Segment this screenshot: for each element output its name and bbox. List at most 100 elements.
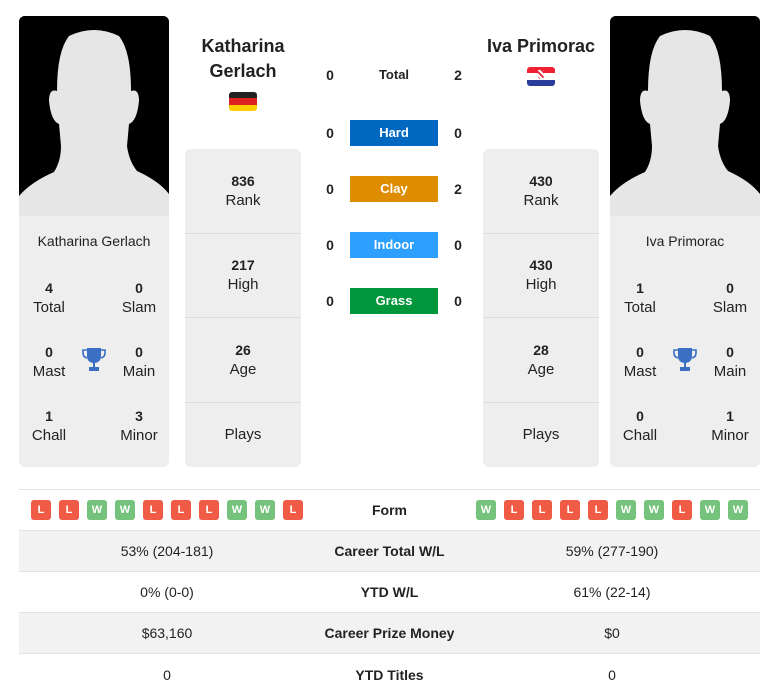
stat-label: High xyxy=(525,276,557,294)
player-name-left-line2: Gerlach xyxy=(209,61,277,81)
row-label: Form xyxy=(372,502,407,518)
title-value: 0 xyxy=(135,280,143,296)
form-badge-loss[interactable]: L xyxy=(143,500,163,520)
title-label: Chall xyxy=(31,427,67,444)
stat-value: 217 xyxy=(231,257,255,274)
h2h-right-count: 0 xyxy=(454,237,462,253)
row-label: Career Prize Money xyxy=(324,625,455,641)
title-label: Minor xyxy=(711,427,749,444)
row-career-prize-money: $63,160 Career Prize Money $0 xyxy=(19,613,760,654)
player-name-right[interactable]: Iva Primorac xyxy=(468,34,614,59)
form-badge-win[interactable]: W xyxy=(115,500,135,520)
form-badge-win[interactable]: W xyxy=(255,500,275,520)
form-badge-win[interactable]: W xyxy=(644,500,664,520)
surface-badge-indoor[interactable]: Indoor xyxy=(350,232,438,258)
title-value: 3 xyxy=(135,408,143,424)
h2h-left-count: 0 xyxy=(326,237,334,253)
stat-label: Rank xyxy=(523,191,559,209)
form-badge-win[interactable]: W xyxy=(616,500,636,520)
stat-rank: 836 Rank xyxy=(185,149,301,234)
form-badge-loss[interactable]: L xyxy=(171,500,191,520)
form-badge-loss[interactable]: L xyxy=(532,500,552,520)
h2h-right-count: 2 xyxy=(454,67,462,83)
stat-value: 26 xyxy=(235,341,251,358)
form-badge-loss[interactable]: L xyxy=(199,500,219,520)
title-value: 0 xyxy=(636,408,644,424)
title-value: 4 xyxy=(45,280,53,296)
h2h-right-count: 0 xyxy=(454,293,462,309)
form-badge-loss[interactable]: L xyxy=(59,500,79,520)
row-form: LLWWLLLWWL Form WLLLLWWLWW xyxy=(19,490,760,531)
titles-mast: 0 Mast xyxy=(610,342,670,382)
title-value: 0 xyxy=(135,344,143,360)
form-badge-win[interactable]: W xyxy=(700,500,720,520)
title-label: Mast xyxy=(623,363,657,380)
h2h-left-count: 0 xyxy=(326,293,334,309)
right-value: $0 xyxy=(604,625,620,641)
stat-plays: Plays xyxy=(185,403,301,467)
silhouette-icon xyxy=(19,16,169,216)
row-label: YTD Titles xyxy=(355,666,424,683)
stat-label: Age xyxy=(229,360,257,378)
stat-label: High xyxy=(227,276,259,294)
title-label: Main xyxy=(713,363,747,380)
form-badge-loss[interactable]: L xyxy=(672,500,692,520)
form-badge-win[interactable]: W xyxy=(728,500,748,520)
row-ytd-titles: 0 YTD Titles 0 xyxy=(19,654,760,695)
title-value: 0 xyxy=(45,344,53,360)
comparison-table: LLWWLLLWWL Form WLLLLWWLWW 53% (204-181)… xyxy=(19,489,760,695)
surface-badge-grass[interactable]: Grass xyxy=(350,288,438,314)
h2h-right-count: 2 xyxy=(454,181,462,197)
titles-minor: 1 Minor xyxy=(700,406,760,446)
titles-mast: 0 Mast xyxy=(19,342,79,382)
form-badge-win[interactable]: W xyxy=(227,500,247,520)
surface-badge-clay[interactable]: Clay xyxy=(350,176,438,202)
stat-high: 217 High xyxy=(185,234,301,318)
titles-card-right: Iva Primorac 1 Total 0 Slam 0 Mast 0 Mai… xyxy=(610,216,760,467)
title-value: 0 xyxy=(636,344,644,360)
player-fullname: Iva Primorac xyxy=(645,233,725,249)
titles-card-left: Katharina Gerlach 4 Total 0 Slam 0 Mast … xyxy=(19,216,169,467)
stat-value: 430 xyxy=(529,257,553,274)
form-badge-loss[interactable]: L xyxy=(283,500,303,520)
stat-label: Plays xyxy=(522,425,560,443)
form-badge-loss[interactable]: L xyxy=(31,500,51,520)
title-label: Chall xyxy=(622,427,658,444)
title-label: Total xyxy=(33,299,65,316)
h2h-clay[interactable]: 0 Clay 2 xyxy=(320,176,470,202)
h2h-grass[interactable]: 0 Grass 0 xyxy=(320,288,470,314)
stat-rank: 430 Rank xyxy=(483,149,599,234)
stat-value: 28 xyxy=(533,341,549,358)
h2h-total: 0 Total 2 xyxy=(320,62,470,88)
right-value: 0 xyxy=(608,666,616,683)
row-career-total-wl: 53% (204-181) Career Total W/L 59% (277-… xyxy=(19,531,760,572)
trophy-icon xyxy=(82,348,106,371)
titles-main: 0 Main xyxy=(700,342,760,382)
surface-badge-hard[interactable]: Hard xyxy=(350,120,438,146)
row-label: YTD W/L xyxy=(360,584,419,600)
row-label: Career Total W/L xyxy=(334,543,445,559)
form-badge-loss[interactable]: L xyxy=(588,500,608,520)
stat-label: Age xyxy=(527,360,555,378)
h2h-hard[interactable]: 0 Hard 0 xyxy=(320,120,470,146)
player-name-left[interactable]: Katharina Gerlach xyxy=(185,34,301,84)
titles-slam: 0 Slam xyxy=(109,278,169,318)
h2h-left-count: 0 xyxy=(326,67,334,83)
form-badge-loss[interactable]: L xyxy=(504,500,524,520)
left-value: 0% (0-0) xyxy=(140,584,194,600)
player-name-left-line1: Katharina xyxy=(201,36,285,56)
titles-chall: 0 Chall xyxy=(610,406,670,446)
player-fullname: Katharina Gerlach xyxy=(37,233,151,249)
right-value: 61% (22-14) xyxy=(573,584,651,600)
form-badge-loss[interactable]: L xyxy=(560,500,580,520)
title-value: 1 xyxy=(636,280,644,296)
h2h-indoor[interactable]: 0 Indoor 0 xyxy=(320,232,470,258)
stat-age: 28 Age xyxy=(483,318,599,403)
title-label: Minor xyxy=(120,427,158,444)
croatia-flag-icon xyxy=(527,67,555,86)
stat-value: 430 xyxy=(529,172,553,189)
form-badge-win[interactable]: W xyxy=(87,500,107,520)
form-badge-win[interactable]: W xyxy=(476,500,496,520)
row-ytd-wl: 0% (0-0) YTD W/L 61% (22-14) xyxy=(19,572,760,613)
h2h-left-count: 0 xyxy=(326,181,334,197)
